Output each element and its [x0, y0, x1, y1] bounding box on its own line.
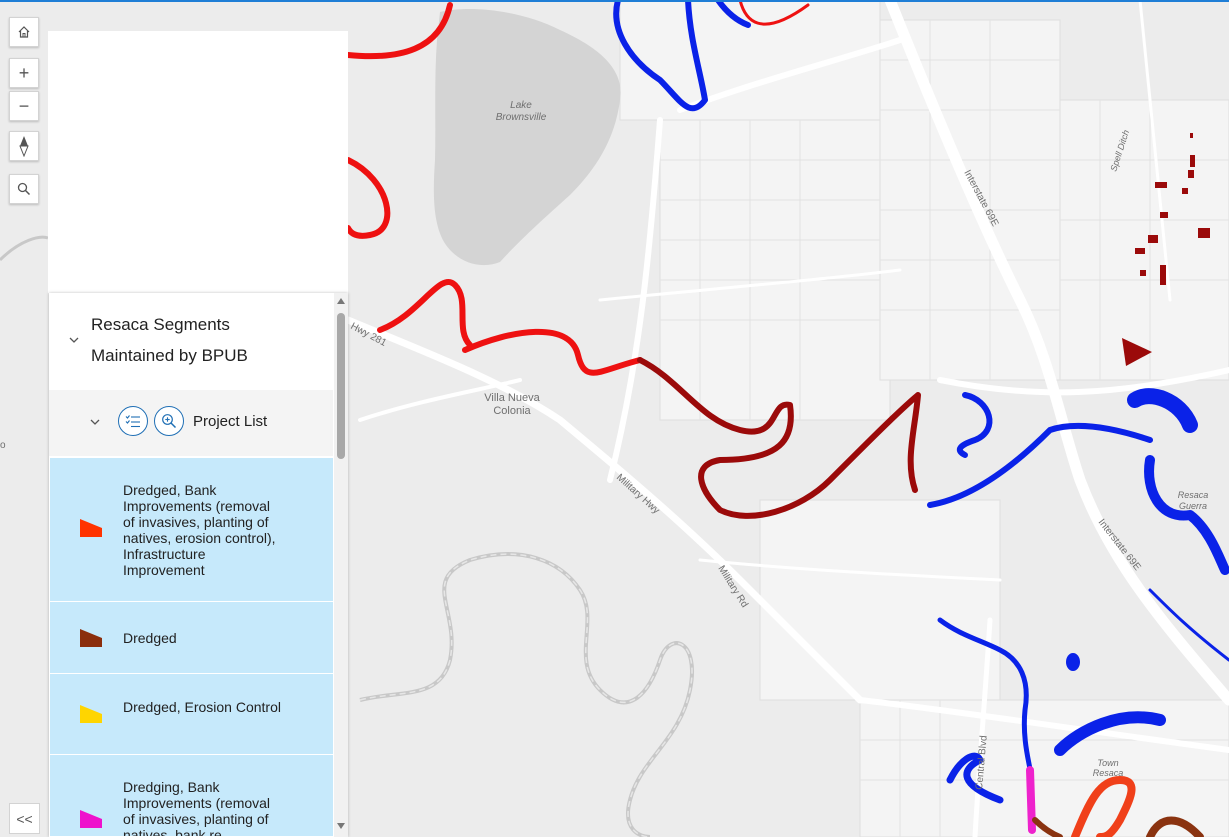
layer-title: Resaca Segments Maintained by BPUB: [91, 315, 248, 365]
legend-item-label: Dredged: [123, 630, 177, 646]
zoom-to-layer-button[interactable]: [154, 406, 184, 436]
chevron-down-icon[interactable]: [89, 416, 101, 428]
map-label-left-edge: o: [0, 440, 6, 451]
zoom-in-icon: [162, 414, 177, 429]
search-button[interactable]: [9, 174, 39, 204]
legend-item: Dredged: [50, 602, 333, 674]
sub-layer-label: Project List: [193, 413, 268, 430]
legend-item-label: Dredged, Bank Improvements (removal of i…: [123, 482, 276, 578]
map-label-resaca-guerra: Resaca Guerra: [1178, 490, 1209, 511]
home-button[interactable]: [9, 17, 39, 47]
minus-icon: −: [18, 95, 30, 116]
legend-swatch: [80, 519, 102, 537]
top-border: [0, 0, 1229, 2]
compass-icon: [19, 136, 29, 157]
search-icon: [17, 182, 31, 196]
plus-icon: +: [18, 62, 30, 83]
zoom-in-button[interactable]: +: [9, 58, 39, 88]
layer-header[interactable]: Resaca Segments Maintained by BPUB: [49, 293, 333, 390]
scroll-up-icon[interactable]: [337, 298, 345, 304]
double-chevron-left-icon: <<: [16, 810, 33, 827]
scroll-thumb[interactable]: [337, 313, 345, 459]
collapse-panel-button[interactable]: <<: [9, 803, 40, 834]
zoom-out-button[interactable]: −: [9, 91, 39, 121]
legend-list-button[interactable]: [118, 406, 148, 436]
legend-swatch: [80, 810, 102, 828]
checklist-icon: [125, 415, 140, 428]
home-icon: [18, 26, 30, 38]
sub-layer-header[interactable]: Project List: [49, 390, 333, 456]
legend-swatch: [80, 629, 102, 647]
legend-item: Dredged, Erosion Control: [50, 674, 333, 755]
legend-scrollbar[interactable]: [334, 293, 348, 837]
legend-item-label: Dredging, Bank Improvements (removal of …: [123, 779, 271, 837]
chevron-down-icon[interactable]: [67, 333, 81, 347]
legend-swatch: [80, 705, 102, 723]
compass-button[interactable]: [9, 131, 39, 161]
scroll-down-icon[interactable]: [337, 823, 345, 829]
legend-item: Dredging, Bank Improvements (removal of …: [50, 755, 333, 837]
blank-panel: [48, 31, 348, 293]
legend-item-label: Dredged, Erosion Control: [123, 699, 281, 715]
legend-item: Dredged, Bank Improvements (removal of i…: [50, 458, 333, 602]
layer-list-panel: Resaca Segments Maintained by BPUB Proje…: [49, 293, 348, 837]
